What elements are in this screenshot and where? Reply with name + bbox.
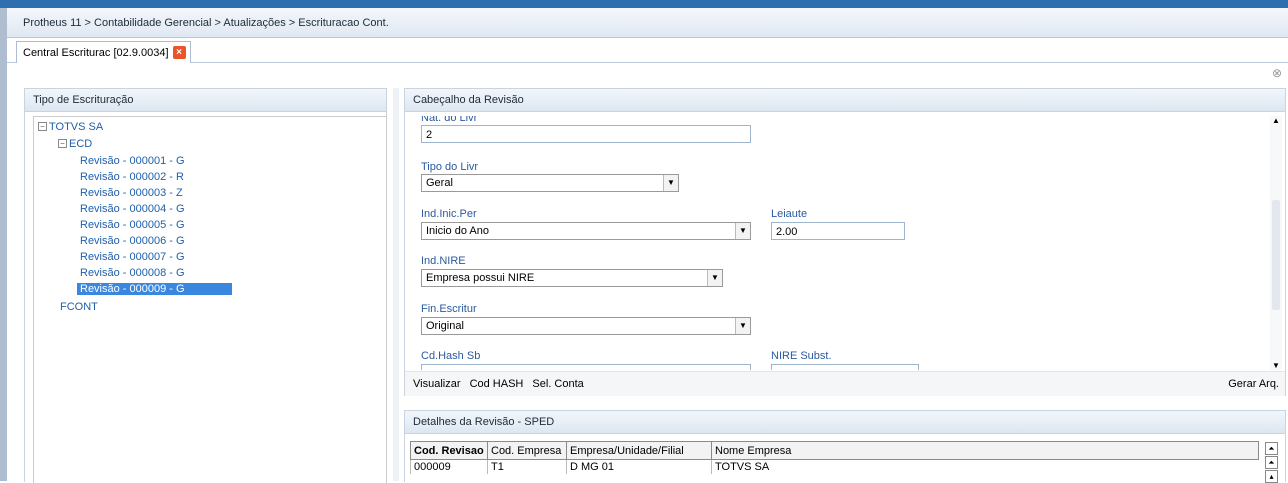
chevron-down-icon[interactable]: ▼ bbox=[663, 175, 678, 191]
table-cell: D MG 01 bbox=[566, 459, 712, 474]
table-scroll-controls: ⏶ ⏶ ▴ bbox=[1265, 442, 1278, 483]
column-header[interactable]: Empresa/Unidade/Filial bbox=[566, 441, 712, 460]
nat-livr-label: Nat. do Livr bbox=[421, 116, 478, 124]
ind-inic-per-label: Ind.Inic.Per bbox=[421, 208, 477, 220]
gerar-arq-button[interactable]: Gerar Arq. bbox=[1228, 372, 1279, 396]
tree-node-revision[interactable]: Revisão - 000005 - G bbox=[80, 219, 185, 231]
tree-node-label: TOTVS SA bbox=[49, 121, 104, 133]
panel-splitter[interactable] bbox=[393, 88, 399, 481]
scroll-top-icon[interactable]: ⏶ bbox=[1265, 442, 1278, 455]
scroll-step-icon[interactable]: ▴ bbox=[1265, 470, 1278, 483]
revision-details-panel: Detalhes da Revisão - SPED Cod. Revisao … bbox=[404, 410, 1286, 483]
select-value: Empresa possui NIRE bbox=[426, 272, 535, 284]
nat-livr-field[interactable]: 2 bbox=[421, 125, 751, 143]
ind-inic-per-select[interactable]: Inicio do Ano ▼ bbox=[421, 222, 751, 240]
chevron-down-icon[interactable]: ▼ bbox=[735, 223, 750, 239]
scroll-down-icon[interactable]: ▼ bbox=[1270, 361, 1282, 370]
tree-node-revision[interactable]: Revisão - 000004 - G bbox=[80, 203, 185, 215]
left-frame-strip bbox=[0, 8, 7, 481]
nire-subst-field[interactable] bbox=[771, 364, 919, 370]
leiaute-label: Leiaute bbox=[771, 208, 808, 220]
chevron-down-icon[interactable]: ▼ bbox=[735, 318, 750, 334]
close-icon[interactable]: × bbox=[172, 46, 186, 59]
fin-escritur-select[interactable]: Original ▼ bbox=[421, 317, 751, 335]
ind-nire-label: Ind.NIRE bbox=[421, 255, 466, 267]
breadcrumb: Protheus 11 > Contabilidade Gerencial > … bbox=[7, 8, 1288, 38]
tree-node-revision[interactable]: Revisão - 000007 - G bbox=[80, 251, 185, 263]
cd-hash-field[interactable] bbox=[421, 364, 751, 370]
visualizar-button[interactable]: Visualizar bbox=[413, 378, 461, 390]
column-header[interactable]: Cod. Empresa bbox=[487, 441, 567, 460]
select-value: Original bbox=[426, 320, 464, 332]
revision-details-table: Cod. Revisao Cod. Empresa Empresa/Unidad… bbox=[410, 441, 1259, 474]
chevron-down-icon[interactable]: ▼ bbox=[707, 270, 722, 286]
escrituracao-tree: − TOTVS SA − ECD Revisão - 000001 - G Revi… bbox=[33, 116, 387, 483]
collapse-icon[interactable]: − bbox=[38, 122, 47, 131]
tree-node-revision[interactable]: Revisão - 000001 - G bbox=[80, 155, 185, 167]
scroll-thumb[interactable] bbox=[1272, 200, 1280, 310]
tree-node-label: ECD bbox=[69, 138, 93, 150]
select-value: Geral bbox=[426, 177, 453, 189]
settings-icon[interactable]: ⊗ bbox=[1272, 66, 1282, 80]
table-row[interactable]: 000009 T1 D MG 01 TOTVS SA bbox=[410, 459, 1259, 474]
panel-title: Tipo de Escrituração bbox=[25, 89, 386, 112]
tree-node-revision[interactable]: Revisão - 000008 - G bbox=[80, 267, 185, 279]
tree-node-revision[interactable]: Revisão - 000006 - G bbox=[80, 235, 185, 247]
tipo-livr-select[interactable]: Geral ▼ bbox=[421, 174, 679, 192]
tree-node-revision[interactable]: Revisão - 000003 - Z bbox=[80, 187, 183, 199]
fin-escritur-label: Fin.Escritur bbox=[421, 303, 477, 315]
tree-node-fcont[interactable]: FCONT bbox=[60, 301, 98, 313]
top-accent-bar bbox=[0, 0, 1288, 8]
breadcrumb-text: Protheus 11 > Contabilidade Gerencial > … bbox=[23, 17, 389, 29]
revision-header-form: Nat. do Livr 2 Tipo do Livr Geral ▼ Ind.I… bbox=[413, 116, 1263, 370]
cod-hash-button[interactable]: Cod HASH bbox=[470, 378, 524, 390]
scroll-up-icon[interactable]: ⏶ bbox=[1265, 456, 1278, 469]
tab-bar: Central Escriturac [02.9.0034] × bbox=[7, 38, 1288, 63]
table-cell: 000009 bbox=[410, 459, 488, 474]
revision-header-panel: Cabeçalho da Revisão Nat. do Livr 2 Tipo… bbox=[404, 88, 1286, 396]
table-cell: TOTVS SA bbox=[711, 459, 1259, 474]
ind-nire-select[interactable]: Empresa possui NIRE ▼ bbox=[421, 269, 723, 287]
escrituracao-type-panel: Tipo de Escrituração − TOTVS SA − ECD Revi… bbox=[24, 88, 387, 483]
column-header[interactable]: Nome Empresa bbox=[711, 441, 1259, 460]
panel-title: Detalhes da Revisão - SPED bbox=[405, 411, 1285, 434]
tab-label: Central Escriturac [02.9.0034] bbox=[23, 46, 169, 59]
tree-node-ecd[interactable]: − ECD bbox=[58, 138, 92, 150]
leiaute-field[interactable]: 2.00 bbox=[771, 222, 905, 240]
collapse-icon[interactable]: − bbox=[58, 139, 67, 148]
sel-conta-button[interactable]: Sel. Conta bbox=[532, 378, 583, 390]
tree-node-revision[interactable]: Revisão - 000002 - R bbox=[80, 171, 184, 183]
select-value: Inicio do Ano bbox=[426, 225, 489, 237]
tree-node-revision-selected[interactable]: Revisão - 000009 - G bbox=[77, 283, 232, 295]
tree-node-root[interactable]: − TOTVS SA bbox=[38, 121, 103, 133]
cd-hash-label: Cd.Hash Sb bbox=[421, 350, 481, 362]
panel-title: Cabeçalho da Revisão bbox=[405, 89, 1285, 112]
tipo-livr-label: Tipo do Livr bbox=[421, 161, 479, 173]
tab-central-escriturac[interactable]: Central Escriturac [02.9.0034] × bbox=[16, 41, 191, 63]
nire-subst-label: NIRE Subst. bbox=[771, 350, 832, 362]
table-header-row: Cod. Revisao Cod. Empresa Empresa/Unidad… bbox=[410, 441, 1259, 460]
header-toolbar: Visualizar Cod HASH Sel. Conta Gerar Arq… bbox=[405, 371, 1285, 396]
form-scrollbar[interactable]: ▲ ▼ bbox=[1270, 116, 1282, 370]
table-cell: T1 bbox=[487, 459, 567, 474]
scroll-up-icon[interactable]: ▲ bbox=[1270, 116, 1282, 125]
column-header[interactable]: Cod. Revisao bbox=[410, 441, 488, 460]
